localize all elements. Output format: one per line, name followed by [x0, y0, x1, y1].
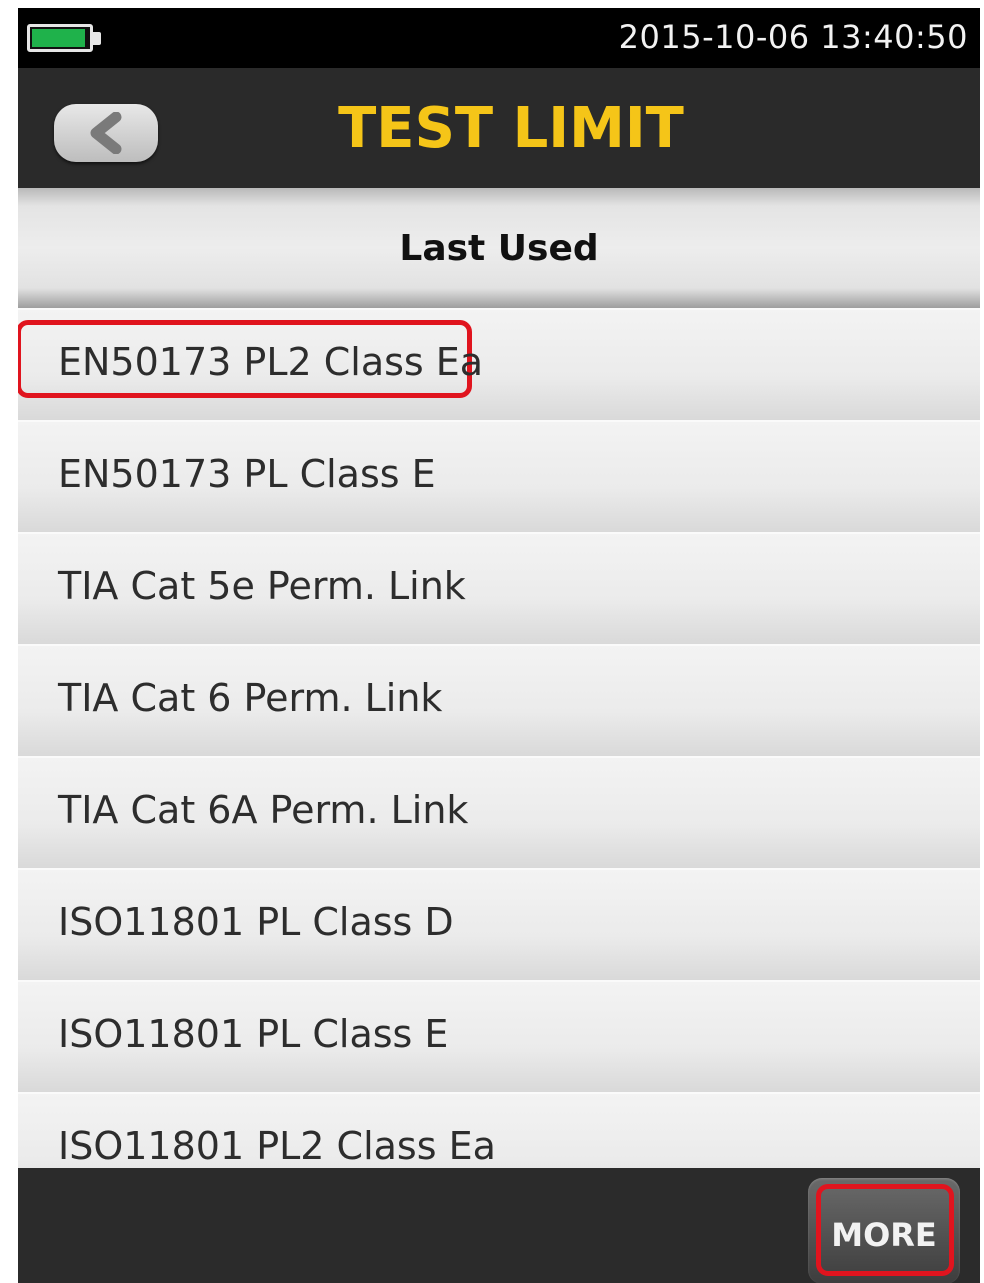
- battery-tip: [93, 32, 101, 45]
- list-item-label: TIA Cat 5e Perm. Link: [58, 564, 466, 608]
- section-header-label: Last Used: [399, 228, 599, 269]
- list-item[interactable]: ISO11801 PL2 Class Ea: [18, 1092, 980, 1168]
- list-item[interactable]: ISO11801 PL Class D: [18, 868, 980, 980]
- status-bar: 2015-10-06 13:40:50: [18, 8, 980, 68]
- list-item[interactable]: EN50173 PL2 Class Ea: [18, 308, 980, 420]
- page-title: TEST LIMIT: [338, 96, 684, 161]
- list-item-label: TIA Cat 6A Perm. Link: [58, 788, 469, 832]
- list-item-label: EN50173 PL Class E: [58, 452, 436, 496]
- test-limit-list[interactable]: EN50173 PL2 Class Ea EN50173 PL Class E …: [18, 308, 980, 1168]
- list-item-label: TIA Cat 6 Perm. Link: [58, 676, 443, 720]
- status-datetime: 2015-10-06 13:40:50: [618, 18, 968, 56]
- battery-level-fill: [32, 29, 85, 47]
- battery-icon: [27, 24, 93, 52]
- list-item[interactable]: TIA Cat 6 Perm. Link: [18, 644, 980, 756]
- list-item-label: EN50173 PL2 Class Ea: [58, 340, 484, 384]
- list-item[interactable]: EN50173 PL Class E: [18, 420, 980, 532]
- more-button-label: MORE: [831, 1216, 937, 1254]
- more-button[interactable]: MORE: [808, 1178, 960, 1283]
- list-item-label: ISO11801 PL Class D: [58, 900, 454, 944]
- bottom-bar: MORE: [18, 1168, 980, 1283]
- list-item[interactable]: TIA Cat 6A Perm. Link: [18, 756, 980, 868]
- title-bar: TEST LIMIT: [18, 68, 980, 188]
- list-item[interactable]: ISO11801 PL Class E: [18, 980, 980, 1092]
- list-item[interactable]: TIA Cat 5e Perm. Link: [18, 532, 980, 644]
- list-item-label: ISO11801 PL2 Class Ea: [58, 1124, 496, 1168]
- section-header: Last Used: [18, 188, 980, 308]
- list-item-label: ISO11801 PL Class E: [58, 1012, 449, 1056]
- tester-screen: 2015-10-06 13:40:50 TEST LIMIT Last Used…: [18, 8, 980, 1283]
